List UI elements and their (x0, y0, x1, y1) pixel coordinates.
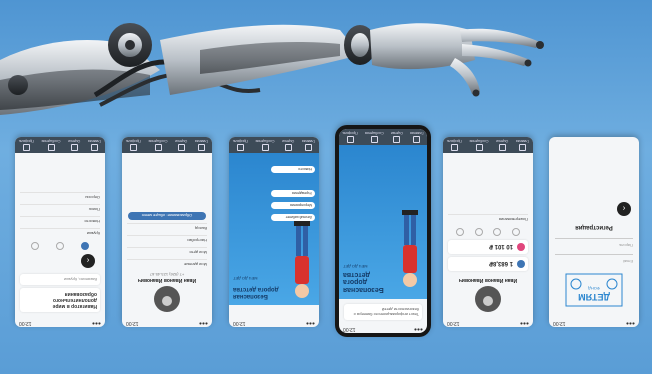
menu-button[interactable]: Новости (271, 166, 315, 173)
status-bar: ●●● 12:00 (447, 320, 529, 326)
list-item[interactable]: Опросы (20, 192, 100, 202)
list-item[interactable]: Кружки (20, 228, 100, 238)
screen-profile: ●●● 12:00 Иван Иванов Иванович +7 (926) 1… (122, 137, 212, 327)
status-bar: ●●● 12:00 (126, 320, 208, 326)
email-field[interactable]: Email (555, 254, 633, 264)
bottom-nav: Главная Оценки Сообщения Профиль (443, 137, 533, 153)
nav-messages[interactable]: Сообщения (149, 139, 168, 151)
bottom-nav: Главная Оценки Сообщения Профиль (122, 137, 212, 153)
next-button[interactable]: ‹ (549, 202, 631, 216)
screen-title: Навигатор в мире дополнительного образов… (20, 288, 100, 312)
nav-messages[interactable]: Сообщения (470, 139, 489, 151)
pager-dots (23, 242, 97, 250)
promo-banner: Безопасная дорога детства МЕЧ ДО ДЕТ Лич… (229, 153, 319, 305)
menu-button[interactable]: Личный кабинет (271, 214, 315, 221)
avatar (475, 286, 501, 312)
nav-home[interactable]: Главная (195, 139, 208, 151)
nav-profile[interactable]: Профиль (447, 139, 462, 151)
balance-card[interactable]: 1 683,8₽ (448, 257, 528, 271)
status-bar: ●●● 12:00 (553, 320, 635, 326)
nav-profile[interactable]: Профиль (233, 139, 248, 151)
bottom-nav: Главная Оценки Сообщения Профиль (339, 129, 427, 145)
bottom-nav: Главная Оценки Сообщения Профиль (15, 137, 105, 153)
logo-text: ДЕТЯМ (578, 292, 610, 302)
nav-grades[interactable]: Оценки (68, 139, 80, 151)
promo-banner: Безопасная дорога детства МЕЧ ДО ДЕТ (339, 145, 427, 299)
list-item[interactable]: Новости (20, 216, 100, 226)
nav-profile[interactable]: Профиль (343, 131, 358, 143)
profile-menu-item[interactable]: Настройки (127, 235, 207, 245)
nav-grades[interactable]: Оценки (391, 131, 403, 143)
screen-safe-road-menu: ●●● 12:00 Безопасная дорога детства МЕЧ Д… (229, 137, 319, 327)
back-button[interactable]: ‹ (15, 254, 95, 268)
password-field[interactable]: Пароль (555, 238, 633, 248)
menu-button[interactable]: Мероприятия (271, 202, 315, 209)
nav-messages[interactable]: Сообщения (42, 139, 61, 151)
action-icons (451, 228, 525, 236)
nav-grades[interactable]: Оценки (496, 139, 508, 151)
info-text: Текст информационного баннера о безопасн… (344, 304, 422, 320)
status-bar: ●●● 12:00 (343, 326, 423, 332)
profile-name: Иван Иванов Иванович (458, 277, 518, 283)
promo-composition: ●●● 12:00 Навигатор в мире дополнительног… (0, 0, 652, 374)
nav-home[interactable]: Главная (302, 139, 315, 151)
status-bar: ●●● 12:00 (233, 320, 315, 326)
search-input[interactable]: Вакансии, Кружки (20, 274, 100, 285)
foundation-logo: ДЕТЯМ ФОНД (562, 270, 626, 310)
nav-home[interactable]: Главная (88, 139, 101, 151)
promo-title: Безопасная дорога детства (233, 286, 279, 299)
profile-menu-item[interactable]: Мои дети (127, 247, 207, 257)
screen-wallet: ●●● 12:00 Иван Иванов Иванович 1 683,8₽ 1… (443, 137, 533, 327)
profile-name: Иван Иванов Иванович (137, 277, 197, 283)
balance-value: 10 101 ₽ (489, 243, 513, 250)
profile-menu-item[interactable]: Выход (127, 223, 207, 233)
list-item[interactable]: Поиск (20, 204, 100, 214)
registration-title: Регистрация (575, 224, 613, 230)
promo-subtitle: МЕЧ ДО ДЕТ (343, 264, 368, 269)
education-menu-button[interactable]: Образование: общее меню (128, 212, 206, 220)
promo-title: Безопасная дорога детства (343, 270, 384, 293)
child-illustration (402, 210, 418, 287)
wallet-icon (517, 260, 525, 268)
screen-registration: ●●● 12:00 ДЕТЯМ ФОНД Email Пароль Регистр… (549, 137, 639, 327)
robot-arm-illustration (0, 23, 544, 115)
nav-home[interactable]: Главная (410, 131, 423, 143)
status-bar: ●●● 12:00 (19, 320, 101, 326)
promo-subtitle: МЕЧ ДО ДЕТ (233, 276, 258, 281)
nav-grades[interactable]: Оценки (282, 139, 294, 151)
balance-card[interactable]: 10 101 ₽ (448, 240, 528, 254)
profile-phone: +7 (926) 123-45-67 (149, 272, 185, 277)
menu-button[interactable]: Учреждения (271, 190, 315, 197)
nav-messages[interactable]: Сообщения (365, 131, 384, 143)
nav-grades[interactable]: Оценки (175, 139, 187, 151)
nav-home[interactable]: Главная (516, 139, 529, 151)
profile-menu-item[interactable]: Мои данные (127, 259, 207, 269)
nav-profile[interactable]: Профиль (19, 139, 34, 151)
nav-profile[interactable]: Профиль (126, 139, 141, 151)
screen-education-navigator: ●●● 12:00 Навигатор в мире дополнительног… (15, 137, 105, 327)
device-safe-road-home: ●●● 12:00 Текст информационного баннера о… (335, 125, 431, 337)
bottom-nav: Главная Оценки Сообщения Профиль (229, 137, 319, 153)
logo-subtext: ФОНД (588, 286, 600, 291)
nav-messages[interactable]: Сообщения (256, 139, 275, 151)
donations-item[interactable]: Пожертвования (448, 214, 528, 224)
heart-icon (517, 243, 525, 251)
balance-value: 1 683,8₽ (489, 260, 513, 267)
avatar (154, 286, 180, 312)
